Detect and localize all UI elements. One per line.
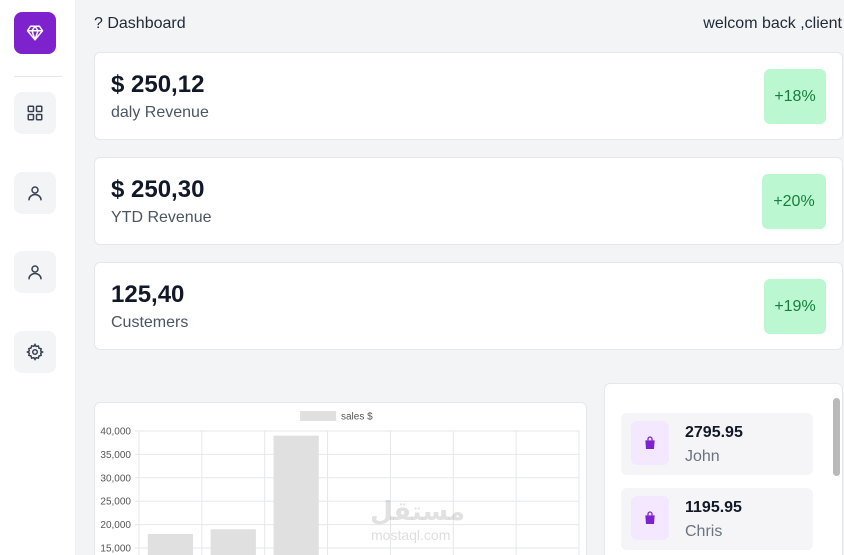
stat-change-badge: +19% <box>764 279 826 334</box>
sidebar-divider <box>14 76 62 77</box>
stat-change-badge: +20% <box>762 174 826 229</box>
shopping-bag-icon-container <box>631 421 669 465</box>
sidebar-item-user[interactable] <box>14 172 56 214</box>
stat-card-daily-revenue: $ 250,12 daly Revenue +18% <box>94 52 843 140</box>
list-item[interactable]: 1195.95 Chris <box>621 488 813 550</box>
shopping-bag-icon <box>645 511 655 524</box>
user-icon <box>28 265 42 280</box>
shopping-bag-icon-container <box>631 496 669 540</box>
customer-name: John <box>685 448 720 465</box>
sidebar <box>0 0 76 555</box>
page-title: ? Dashboard <box>94 15 186 32</box>
customer-name: Chris <box>685 523 723 540</box>
bar <box>273 435 319 555</box>
y-tick-label: 15,000 <box>100 544 131 555</box>
scrollbar[interactable] <box>832 398 840 555</box>
shopping-bag-icon <box>645 436 655 449</box>
list-item[interactable]: 2795.95 John <box>621 413 813 475</box>
stat-value: $ 250,30 <box>111 176 205 203</box>
stat-label: Custemers <box>111 314 189 331</box>
legend-label: sales $ <box>341 412 373 423</box>
order-amount: 2795.95 <box>685 424 743 441</box>
y-tick-label: 30,000 <box>100 473 131 484</box>
user-icon <box>28 186 42 201</box>
stat-label: YTD Revenue <box>111 209 212 226</box>
stat-card-customers: 125,40 Custemers +19% <box>94 262 843 350</box>
bar <box>147 533 194 555</box>
stat-card-ytd-revenue: $ 250,30 YTD Revenue +20% <box>94 157 843 245</box>
sales-bar-chart: 40,000 35,000 30,000 25,000 20,000 15,000 sale… <box>100 411 580 555</box>
y-tick-label: 40,000 <box>100 427 131 438</box>
stat-value: $ 250,12 <box>111 71 205 98</box>
sidebar-item-user-2[interactable] <box>14 251 56 293</box>
y-tick-label: 25,000 <box>100 497 131 508</box>
stat-change-badge: +18% <box>764 69 826 124</box>
diamond-icon <box>26 25 44 41</box>
welcome-message: welcom back ,client <box>703 15 842 32</box>
y-tick-label: 35,000 <box>100 450 131 461</box>
bar <box>210 529 256 555</box>
sidebar-item-settings[interactable] <box>14 331 56 373</box>
stat-label: daly Revenue <box>111 104 209 121</box>
scrollbar-thumb[interactable] <box>833 398 840 476</box>
brand-logo-button[interactable] <box>14 12 56 54</box>
gear-icon <box>26 343 44 361</box>
sales-chart-card: 40,000 35,000 30,000 25,000 20,000 15,000 sale… <box>94 402 587 555</box>
sidebar-item-dashboard[interactable] <box>14 92 56 134</box>
legend-swatch <box>300 411 336 421</box>
stat-value: 125,40 <box>111 281 185 308</box>
y-tick-label: 20,000 <box>100 520 131 531</box>
recent-orders-list: 2795.95 John 1195.95 Chris <box>604 383 843 555</box>
order-amount: 1195.95 <box>685 499 742 516</box>
grid-icon <box>27 105 43 121</box>
